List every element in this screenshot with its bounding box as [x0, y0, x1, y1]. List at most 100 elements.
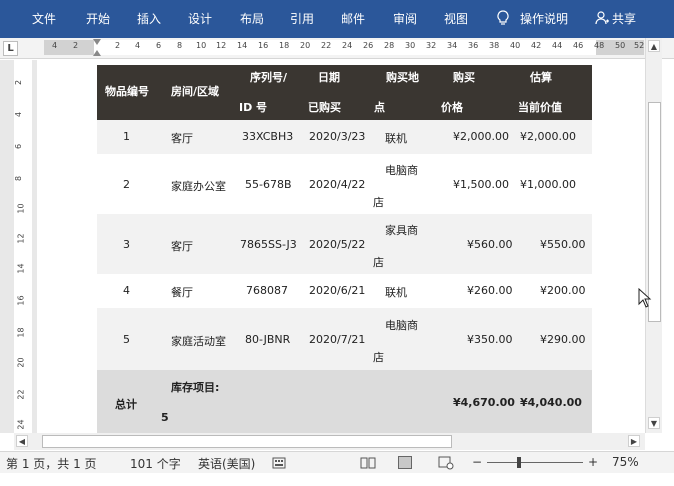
cell-room: 客厅 [171, 132, 193, 145]
ruler-number: 6 [156, 41, 162, 50]
ruler-number: 16 [258, 41, 269, 50]
cell-place: 联机 [385, 286, 407, 299]
cell-price: ¥2,000.00 [453, 130, 509, 143]
scroll-up-icon[interactable]: ▲ [648, 40, 660, 52]
ruler-number: 22 [321, 41, 332, 50]
first-line-indent-marker[interactable] [93, 39, 101, 45]
ruler-number: 46 [573, 41, 584, 50]
header-place-1: 购买地 [386, 71, 419, 84]
tab-layout[interactable]: 布局 [240, 0, 264, 38]
print-layout-icon[interactable] [398, 456, 412, 469]
zoom-in-button[interactable]: + [588, 455, 598, 469]
ruler-number: 42 [531, 41, 542, 50]
horizontal-scroll-thumb[interactable] [42, 435, 452, 448]
scroll-right-icon[interactable]: ▶ [628, 435, 640, 447]
ruler-number: 48 [594, 41, 605, 50]
vruler-number: 4 [14, 111, 24, 118]
total-price: ¥4,670.00 [453, 396, 515, 409]
cell-place: 家具商 [385, 224, 418, 237]
scroll-left-icon[interactable]: ◀ [16, 435, 28, 447]
zoom-slider-track[interactable] [487, 462, 583, 463]
zoom-level[interactable]: 75% [612, 455, 639, 469]
cell-serial: 768087 [246, 284, 288, 297]
word-count[interactable]: 101 个字 [130, 455, 181, 472]
tab-mailings[interactable]: 邮件 [341, 0, 365, 38]
macro-record-icon[interactable] [272, 456, 286, 473]
horizontal-scrollbar[interactable]: ◀ ▶ [14, 433, 645, 450]
header-room: 房间/区域 [171, 85, 220, 98]
cell-place-2: 店 [373, 196, 384, 209]
header-value-2: 当前价值 [518, 101, 562, 114]
cell-price: ¥1,500.00 [453, 178, 509, 191]
ruler-number: 50 [615, 41, 626, 50]
cell-date: 2020/6/21 [309, 284, 366, 297]
table-row[interactable]: 5 家庭活动室 80-JBNR 2020/7/21 电脑商 店 ¥350.00 … [97, 308, 592, 370]
table-row[interactable]: 2 家庭办公室 55-678B 2020/4/22 电脑商 店 ¥1,500.0… [97, 154, 592, 214]
lightbulb-icon[interactable] [496, 10, 510, 30]
tab-review[interactable]: 审阅 [393, 0, 417, 38]
total-items-label: 库存项目: [171, 381, 220, 394]
ribbon-tab-bar: 文件 开始 插入 设计 布局 引用 邮件 审阅 视图 操作说明 共享 [0, 0, 674, 38]
tell-me-search[interactable]: 操作说明 [520, 0, 568, 38]
ruler-number: 10 [196, 41, 207, 50]
table-row[interactable]: 3 客厅 7865SS-J3 2020/5/22 家具商 店 ¥560.00 ¥… [97, 214, 592, 274]
scroll-down-icon[interactable]: ▼ [648, 417, 660, 429]
table-total-row[interactable]: 总计 库存项目: 5 ¥4,670.00 ¥4,040.00 [97, 370, 592, 433]
ruler-number: 52 [634, 41, 645, 50]
vruler-number: 14 [16, 263, 26, 274]
header-value-1: 估算 [530, 71, 552, 84]
ruler-number: 40 [510, 41, 521, 50]
ruler-number: 44 [552, 41, 563, 50]
tab-view[interactable]: 视图 [444, 0, 468, 38]
zoom-out-button[interactable]: − [472, 455, 482, 469]
table-header-row: 物品编号 房间/区域 序列号/ ID 号 日期 已购买 购买地 点 购买 价格 … [97, 65, 592, 120]
cell-place: 电脑商 [385, 319, 418, 332]
cell-date: 2020/3/23 [309, 130, 366, 143]
vruler-number: 6 [14, 143, 24, 150]
table-row[interactable]: 4 餐厅 768087 2020/6/21 联机 ¥260.00 ¥200.00 [97, 274, 592, 308]
ruler-number: 14 [237, 41, 248, 50]
cell-value: ¥200.00 [540, 284, 586, 297]
ruler-number: 4 [52, 41, 58, 50]
cell-room: 餐厅 [171, 286, 193, 299]
cell-date: 2020/7/21 [309, 333, 366, 346]
ruler-number: 24 [342, 41, 353, 50]
horizontal-ruler[interactable]: L 4 2 2 4 6 8 10 12 14 16 18 20 22 24 26… [0, 38, 674, 59]
vertical-scrollbar[interactable]: ▲ ▼ [645, 38, 662, 433]
share-button[interactable]: 共享 [612, 0, 636, 38]
ruler-number: 12 [216, 41, 227, 50]
ruler-number: 34 [447, 41, 458, 50]
cell-serial: 55-678B [245, 178, 292, 191]
total-label: 总计 [115, 398, 137, 411]
hanging-indent-marker[interactable] [93, 50, 101, 56]
cell-place: 电脑商 [385, 164, 418, 177]
cell-price: ¥350.00 [467, 333, 513, 346]
table-row[interactable]: 1 客厅 33XCBH3 2020/3/23 联机 ¥2,000.00 ¥2,0… [97, 120, 592, 154]
person-icon[interactable] [595, 10, 609, 30]
tab-selector[interactable]: L [3, 41, 18, 56]
vertical-ruler[interactable]: 2 4 6 8 10 12 14 16 18 20 22 24 [14, 60, 32, 433]
read-mode-icon[interactable] [360, 456, 376, 473]
cell-no: 5 [123, 333, 130, 346]
cell-room: 客厅 [171, 240, 193, 253]
cell-date: 2020/5/22 [309, 238, 366, 251]
cell-no: 4 [123, 284, 130, 297]
ruler-number: 2 [73, 41, 79, 50]
ruler-number: 18 [279, 41, 290, 50]
zoom-slider-thumb[interactable] [517, 457, 521, 468]
tab-design[interactable]: 设计 [188, 0, 212, 38]
tab-insert[interactable]: 插入 [137, 0, 161, 38]
language-indicator[interactable]: 英语(美国) [198, 455, 255, 472]
tab-home[interactable]: 开始 [86, 0, 110, 38]
cell-price: ¥560.00 [467, 238, 513, 251]
vruler-number: 24 [16, 419, 26, 430]
web-layout-icon[interactable] [438, 456, 454, 473]
vruler-number: 10 [16, 203, 26, 214]
page-count[interactable]: 第 1 页，共 1 页 [6, 455, 97, 472]
ruler-number: 20 [300, 41, 311, 50]
tab-file[interactable]: 文件 [32, 0, 56, 38]
status-bar: 第 1 页，共 1 页 101 个字 英语(美国) − + 75% [0, 451, 674, 473]
vruler-number: 22 [16, 389, 26, 400]
tab-references[interactable]: 引用 [290, 0, 314, 38]
total-value: ¥4,040.00 [520, 396, 582, 409]
